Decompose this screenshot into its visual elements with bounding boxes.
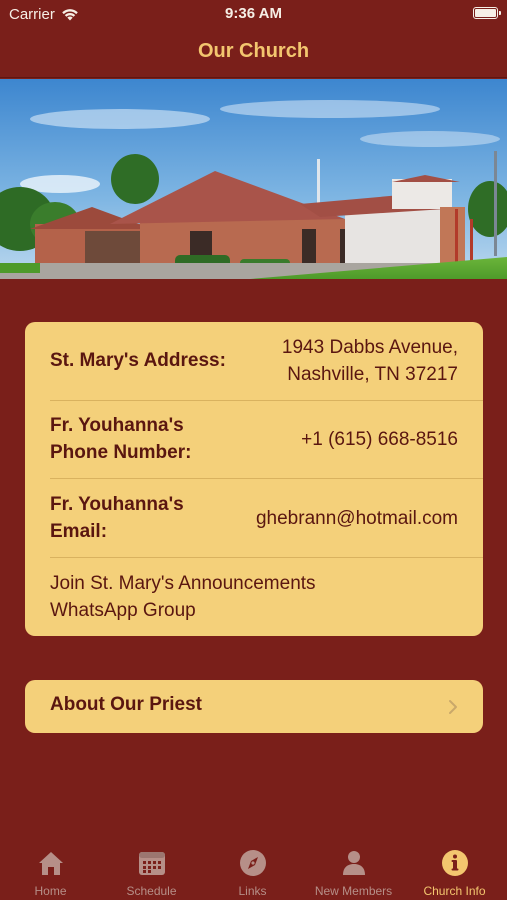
tab-schedule-label: Schedule xyxy=(126,884,177,898)
address-line1: 1943 Dabbs Avenue, xyxy=(281,337,458,358)
whatsapp-row[interactable]: Join St. Mary's Announcements WhatsApp G… xyxy=(25,557,483,636)
tab-home-label: Home xyxy=(34,884,67,898)
tab-bar: Home Schedule Links New Members Church I… xyxy=(0,840,507,900)
email-label: Fr. Youhanna's Email: xyxy=(50,491,184,545)
header-divider xyxy=(0,77,507,78)
tab-links[interactable]: Links xyxy=(202,840,303,900)
address-label: St. Mary's Address: xyxy=(50,350,226,371)
whatsapp-link[interactable]: Join St. Mary's Announcements WhatsApp G… xyxy=(50,570,316,624)
status-time: 9:36 AM xyxy=(225,5,282,22)
tab-home[interactable]: Home xyxy=(0,840,101,900)
church-photo xyxy=(0,79,507,279)
email-label-line2: Email: xyxy=(50,521,108,542)
whatsapp-line1: Join St. Mary's Announcements xyxy=(50,573,316,594)
house-icon xyxy=(38,852,63,875)
whatsapp-line2: WhatsApp Group xyxy=(50,600,196,621)
email-label-line1: Fr. Youhanna's xyxy=(50,494,184,515)
tab-church-info-label: Church Info xyxy=(423,884,486,898)
tab-schedule[interactable]: Schedule xyxy=(101,840,202,900)
phone-label: Fr. Youhanna's Phone Number: xyxy=(50,412,191,466)
page-title: Our Church xyxy=(197,40,310,62)
chevron-right-icon xyxy=(449,700,457,714)
address-value[interactable]: 1943 Dabbs Avenue, Nashville, TN 37217 xyxy=(282,334,458,388)
phone-value[interactable]: +1 (615) 668-8516 xyxy=(301,426,458,453)
calendar-icon xyxy=(138,852,165,875)
email-row[interactable]: Fr. Youhanna's Email: ghebrann@hotmail.c… xyxy=(25,478,483,557)
person-icon xyxy=(342,851,365,875)
email-value[interactable]: ghebrann@hotmail.com xyxy=(256,505,458,532)
phone-label-line1: Fr. Youhanna's xyxy=(50,415,184,436)
address-line2: Nashville, TN 37217 xyxy=(287,364,458,385)
tab-links-label: Links xyxy=(238,884,267,898)
info-icon xyxy=(441,850,468,876)
address-row[interactable]: St. Mary's Address: 1943 Dabbs Avenue, N… xyxy=(25,322,483,400)
status-bar: Carrier 9:36 AM xyxy=(0,0,507,28)
tab-church-info[interactable]: Church Info xyxy=(404,840,505,900)
compass-icon xyxy=(239,850,266,876)
about-priest-label: About Our Priest xyxy=(50,694,203,715)
about-priest-button[interactable]: About Our Priest xyxy=(25,680,483,733)
battery-icon xyxy=(473,7,501,19)
church-info-card: St. Mary's Address: 1943 Dabbs Avenue, N… xyxy=(25,322,483,636)
tab-new-members[interactable]: New Members xyxy=(303,840,404,900)
phone-label-line2: Phone Number: xyxy=(50,442,192,463)
tab-new-members-label: New Members xyxy=(314,884,393,898)
phone-row[interactable]: Fr. Youhanna's Phone Number: +1 (615) 66… xyxy=(25,400,483,478)
